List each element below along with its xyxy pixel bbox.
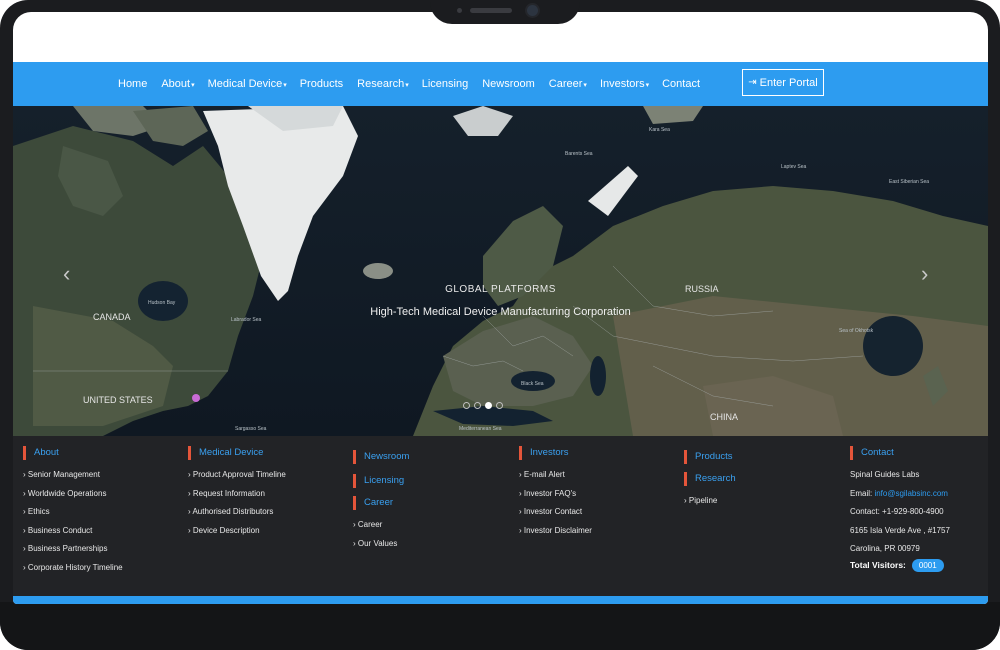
- footer-col-newsroom: Newsroom Licensing Career › Career › Our…: [353, 450, 409, 553]
- footer-heading-newsroom[interactable]: Newsroom: [353, 450, 409, 464]
- site-footer: About › Senior Management › Worldwide Op…: [13, 436, 988, 596]
- label-barents-sea: Barents Sea: [565, 151, 593, 157]
- screen: Home About▾ Medical Device▾ Products Res…: [13, 12, 988, 604]
- hero-title: GLOBAL PLATFORMS: [445, 284, 556, 295]
- sign-in-icon: ⇥: [748, 77, 757, 88]
- contact-phone: Contact: +1-929-800-4900: [850, 507, 944, 516]
- footer-link[interactable]: › Investor FAQ's: [519, 485, 592, 504]
- footer-link[interactable]: › E-mail Alert: [519, 466, 592, 485]
- nav-menu: Home About▾ Medical Device▾ Products Res…: [118, 62, 714, 106]
- speaker-grille: [470, 8, 512, 13]
- enter-portal-button[interactable]: ⇥ Enter Portal: [742, 69, 824, 96]
- label-sea-of-okhotsk: Sea of Okhotsk: [839, 328, 874, 334]
- contact-address-line2: Carolina, PR 00979: [850, 544, 920, 553]
- contact-company: Spinal Guides Labs: [850, 470, 920, 479]
- nav-investors[interactable]: Investors▾: [600, 78, 649, 90]
- footer-heading-research[interactable]: Research: [684, 472, 736, 486]
- total-visitors: Total Visitors: 0001: [850, 558, 950, 572]
- footer-link[interactable]: › Pipeline: [684, 492, 736, 511]
- footer-heading-medical-device[interactable]: Medical Device: [188, 446, 286, 460]
- footer-link[interactable]: › Device Description: [188, 522, 286, 541]
- chevron-down-icon: ▾: [191, 82, 195, 89]
- visitor-count-badge: 0001: [911, 558, 944, 572]
- contact-email-link[interactable]: info@sgilabsinc.com: [874, 489, 947, 498]
- carousel-dot[interactable]: [496, 402, 503, 409]
- hero-subtitle: High-Tech Medical Device Manufacturing C…: [370, 306, 631, 318]
- footer-link[interactable]: › Product Approval Timeline: [188, 466, 286, 485]
- footer-heading-contact[interactable]: Contact: [850, 446, 950, 460]
- nav-research[interactable]: Research▾: [357, 78, 409, 90]
- enter-portal-label: Enter Portal: [759, 76, 818, 89]
- footer-link[interactable]: › Business Conduct: [23, 522, 123, 541]
- chevron-down-icon: ▾: [283, 82, 287, 89]
- label-kara-sea: Kara Sea: [649, 127, 670, 133]
- laptop-base: [0, 602, 1000, 650]
- label-mediterranean-sea: Mediterranean Sea: [459, 426, 502, 432]
- carousel-next-arrow-icon[interactable]: ›: [921, 261, 928, 287]
- sensor-icon: [457, 8, 462, 13]
- nav-newsroom[interactable]: Newsroom: [482, 78, 536, 90]
- footer-heading-licensing[interactable]: Licensing: [353, 474, 409, 488]
- label-black-sea: Black Sea: [521, 381, 544, 387]
- footer-link[interactable]: › Ethics: [23, 503, 123, 522]
- footer-accent-strip: [13, 596, 988, 604]
- footer-col-medical-device: Medical Device › Product Approval Timeli…: [188, 446, 286, 540]
- carousel-indicators: [463, 402, 507, 409]
- label-united-states: UNITED STATES: [83, 395, 153, 405]
- footer-heading-products[interactable]: Products: [684, 450, 736, 464]
- world-map: [13, 106, 988, 436]
- chevron-down-icon: ▾: [583, 82, 587, 89]
- footer-link[interactable]: › Business Partnerships: [23, 540, 123, 559]
- carousel-dot[interactable]: [474, 402, 481, 409]
- footer-col-about: About › Senior Management › Worldwide Op…: [23, 446, 123, 577]
- contact-address-line1: 6165 Isla Verde Ave , #1757: [850, 525, 950, 535]
- label-laptev-sea: Laptev Sea: [781, 164, 807, 170]
- carousel-prev-arrow-icon[interactable]: ‹: [63, 261, 70, 287]
- nav-home[interactable]: Home: [118, 78, 148, 90]
- footer-link[interactable]: › Career: [353, 516, 409, 535]
- camera-notch: [430, 0, 580, 24]
- nav-about[interactable]: About▾: [161, 78, 194, 90]
- footer-link[interactable]: › Worldwide Operations: [23, 485, 123, 504]
- footer-link[interactable]: › Senior Management: [23, 466, 123, 485]
- carousel-dot-active[interactable]: [485, 402, 492, 409]
- nav-career[interactable]: Career▾: [549, 78, 587, 90]
- footer-link[interactable]: › Our Values: [353, 535, 409, 554]
- label-china: CHINA: [710, 412, 739, 422]
- footer-heading-career[interactable]: Career: [353, 496, 409, 510]
- footer-link[interactable]: › Corporate History Timeline: [23, 559, 123, 578]
- main-navbar: Home About▾ Medical Device▾ Products Res…: [13, 62, 988, 106]
- label-east-siberian-sea: East Siberian Sea: [889, 179, 930, 185]
- footer-col-contact: Contact Spinal Guides Labs Email: info@s…: [850, 446, 950, 572]
- label-sargasso-sea: Sargasso Sea: [235, 426, 267, 432]
- footer-col-investors: Investors › E-mail Alert › Investor FAQ'…: [519, 446, 592, 540]
- contact-email-row: Email: info@sgilabsinc.com: [850, 488, 948, 498]
- footer-link[interactable]: › Investor Contact: [519, 503, 592, 522]
- chevron-down-icon: ▾: [405, 82, 409, 89]
- footer-link[interactable]: › Request Information: [188, 485, 286, 504]
- footer-heading-about[interactable]: About: [23, 446, 123, 460]
- nav-medical-device[interactable]: Medical Device▾: [208, 78, 287, 90]
- laptop-frame: Home About▾ Medical Device▾ Products Res…: [0, 0, 1000, 650]
- nav-licensing[interactable]: Licensing: [422, 78, 469, 90]
- footer-heading-investors[interactable]: Investors: [519, 446, 592, 460]
- hero-carousel: CANADA UNITED STATES RUSSIA CHINA Hudson…: [13, 106, 988, 436]
- carousel-dot[interactable]: [463, 402, 470, 409]
- footer-col-products: Products Research › Pipeline: [684, 450, 736, 511]
- nav-contact[interactable]: Contact: [662, 78, 701, 90]
- footer-link[interactable]: › Authorised Distributors: [188, 503, 286, 522]
- nav-products[interactable]: Products: [300, 78, 344, 90]
- chevron-down-icon: ▾: [645, 82, 650, 89]
- camera-icon: [527, 5, 538, 16]
- footer-link[interactable]: › Investor Disclaimer: [519, 522, 592, 541]
